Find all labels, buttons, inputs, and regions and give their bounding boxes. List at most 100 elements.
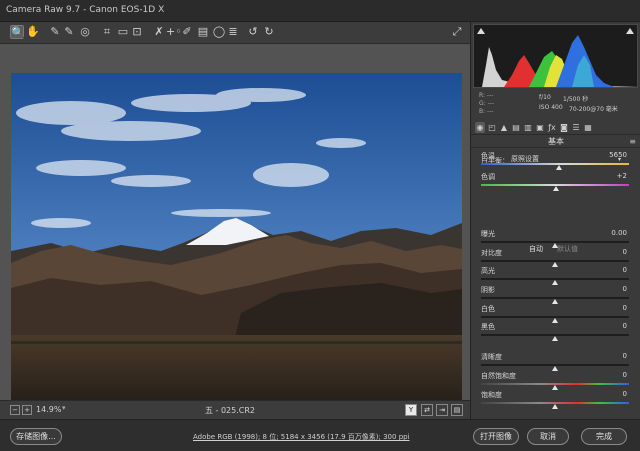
slider-value[interactable]: 0 — [623, 285, 627, 293]
done-button[interactable]: 完成 — [581, 428, 627, 445]
slider-thumb[interactable] — [552, 404, 558, 409]
slider-1[interactable]: 色温 5650 — [481, 151, 631, 171]
workflow-options-link[interactable]: Adobe RGB (1998); 8 位; 5184 x 3456 (17.9… — [193, 432, 410, 442]
rgb-b: B: --- — [479, 108, 494, 115]
footer: 存储图像... Adobe RGB (1998); 8 位; 5184 x 34… — [0, 419, 640, 451]
toolbar: ⤢ 🔍 ✋ ✎ ✎ ◎ ⌗ ▭ ⊡ ✗ +◦ ✐ ▤ ◯ ≣ ↺ ↻ — [0, 22, 470, 44]
aperture: f/10 — [539, 94, 551, 101]
slider-6[interactable]: 阴影 0 — [481, 285, 631, 305]
section-title: 基本 — [471, 136, 640, 148]
chevron-down-icon[interactable]: ▾ — [62, 404, 66, 412]
slider-8[interactable]: 黑色 0 — [481, 322, 631, 342]
red-eye-icon[interactable]: +◦ — [166, 25, 182, 39]
effects-tab-icon[interactable]: ƒx — [547, 122, 557, 133]
section-menu-icon[interactable]: ≡ — [629, 137, 636, 146]
exif-info: R: --- G: --- B: --- f/10 1/500 秒 ISO 40… — [471, 90, 640, 120]
rotate-right-icon[interactable]: ↻ — [262, 25, 276, 39]
slider-thumb[interactable] — [553, 186, 560, 191]
transform-icon[interactable]: ⊡ — [130, 25, 144, 39]
fullscreen-icon[interactable]: ⤢ — [450, 25, 464, 39]
file-name: 五 - 025.CR2 — [205, 406, 256, 415]
slider-value[interactable]: 0 — [623, 390, 627, 398]
presets-tab-icon[interactable]: ☰ — [571, 122, 581, 133]
radial-filter-icon[interactable]: ◯ — [212, 25, 226, 39]
preferences-icon[interactable]: ≣ — [226, 25, 240, 39]
lens: 70-200@70 毫米 — [569, 106, 618, 113]
photo-preview — [11, 73, 462, 417]
slider-value[interactable]: 0.00 — [611, 229, 627, 237]
spot-removal-icon[interactable]: ✗ — [152, 25, 166, 39]
graduated-filter-icon[interactable]: ▤ — [196, 25, 210, 39]
camera-calibration-tab-icon[interactable]: ◙ — [559, 122, 569, 133]
rgb-r: R: --- — [479, 92, 494, 99]
slider-2[interactable]: 色调 +2 — [481, 172, 631, 192]
zoom-out-button[interactable]: − — [10, 405, 20, 415]
slider-4[interactable]: 对比度 0 — [481, 248, 631, 268]
window-title: Camera Raw 9.7 - Canon EOS-1D X — [6, 5, 165, 15]
slider-value[interactable]: 0 — [623, 352, 627, 360]
slider-value[interactable]: 0 — [623, 304, 627, 312]
zoom-level[interactable]: 14.9% — [36, 405, 61, 414]
slider-7[interactable]: 白色 0 — [481, 304, 631, 324]
swap-view-icon[interactable]: ⇄ — [421, 404, 433, 416]
snapshots-tab-icon[interactable]: ▦ — [583, 122, 593, 133]
slider-label: 黑色 — [481, 323, 495, 331]
slider-9[interactable]: 清晰度 0 — [481, 352, 631, 372]
slider-value[interactable]: 0 — [623, 266, 627, 274]
shadow-clipping-icon[interactable] — [477, 28, 485, 34]
histogram — [473, 24, 639, 88]
slider-label: 清晰度 — [481, 353, 502, 361]
detail-tab-icon[interactable]: ▲ — [499, 122, 509, 133]
slider-label: 白色 — [481, 305, 495, 313]
targeted-adjust-icon[interactable]: ◎ — [78, 25, 92, 39]
slider-label: 色温 — [481, 152, 495, 160]
hsl-tab-icon[interactable]: ▤ — [511, 122, 521, 133]
panel-tabs: ◉ ◰ ▲ ▤ ▥ ▣ ƒx ◙ ☰ ▦ — [471, 121, 640, 135]
copy-settings-icon[interactable]: ⇥ — [436, 404, 448, 416]
rgb-g: G: --- — [479, 100, 495, 107]
zoom-in-button[interactable]: + — [22, 405, 32, 415]
slider-value[interactable]: +2 — [617, 172, 627, 180]
before-after-toggle[interactable]: Y — [405, 404, 417, 416]
status-bar: − + 14.9% ▾ 五 - 025.CR2 Y ⇄ ⇥ ▤ — [0, 400, 470, 419]
crop-icon[interactable]: ⌗ — [100, 25, 114, 39]
slider-value[interactable]: 5650 — [609, 151, 627, 159]
slider-track[interactable] — [481, 163, 629, 165]
slider-value[interactable]: 0 — [623, 248, 627, 256]
slider-3[interactable]: 曝光 0.00 — [481, 229, 631, 249]
slider-value[interactable]: 0 — [623, 371, 627, 379]
zoom-icon[interactable]: 🔍 — [10, 25, 25, 39]
basic-tab-icon[interactable]: ◉ — [475, 122, 485, 133]
slider-11[interactable]: 饱和度 0 — [481, 390, 631, 410]
slider-thumb[interactable] — [556, 165, 563, 170]
straighten-icon[interactable]: ▭ — [116, 25, 130, 39]
hand-icon[interactable]: ✋ — [26, 25, 40, 39]
split-toning-tab-icon[interactable]: ▥ — [523, 122, 533, 133]
slider-label: 曝光 — [481, 230, 495, 238]
slider-label: 对比度 — [481, 249, 502, 257]
adjustment-brush-icon[interactable]: ✐ — [180, 25, 194, 39]
iso: ISO 400 — [539, 104, 563, 111]
slider-label: 高光 — [481, 267, 495, 275]
slider-label: 饱和度 — [481, 391, 502, 399]
slider-label: 自然饱和度 — [481, 372, 516, 380]
slider-5[interactable]: 高光 0 — [481, 266, 631, 286]
slider-label: 阴影 — [481, 286, 495, 294]
rotate-left-icon[interactable]: ↺ — [246, 25, 260, 39]
save-image-button[interactable]: 存储图像... — [10, 428, 62, 445]
tone-curve-tab-icon[interactable]: ◰ — [487, 122, 497, 133]
white-balance-icon[interactable]: ✎ — [48, 25, 62, 39]
lens-corrections-tab-icon[interactable]: ▣ — [535, 122, 545, 133]
open-image-button[interactable]: 打开图像 — [473, 428, 519, 445]
slider-value[interactable]: 0 — [623, 322, 627, 330]
adjustment-panel: R: --- G: --- B: --- f/10 1/500 秒 ISO 40… — [470, 22, 640, 419]
preview-toggle-icon[interactable]: ▤ — [451, 404, 463, 416]
shutter: 1/500 秒 — [563, 96, 589, 103]
image-canvas[interactable] — [0, 44, 470, 417]
slider-thumb[interactable] — [552, 336, 558, 341]
slider-10[interactable]: 自然饱和度 0 — [481, 371, 631, 391]
color-sampler-icon[interactable]: ✎ — [62, 25, 76, 39]
slider-label: 色调 — [481, 173, 495, 181]
cancel-button[interactable]: 取消 — [527, 428, 569, 445]
highlight-clipping-icon[interactable] — [626, 28, 634, 34]
